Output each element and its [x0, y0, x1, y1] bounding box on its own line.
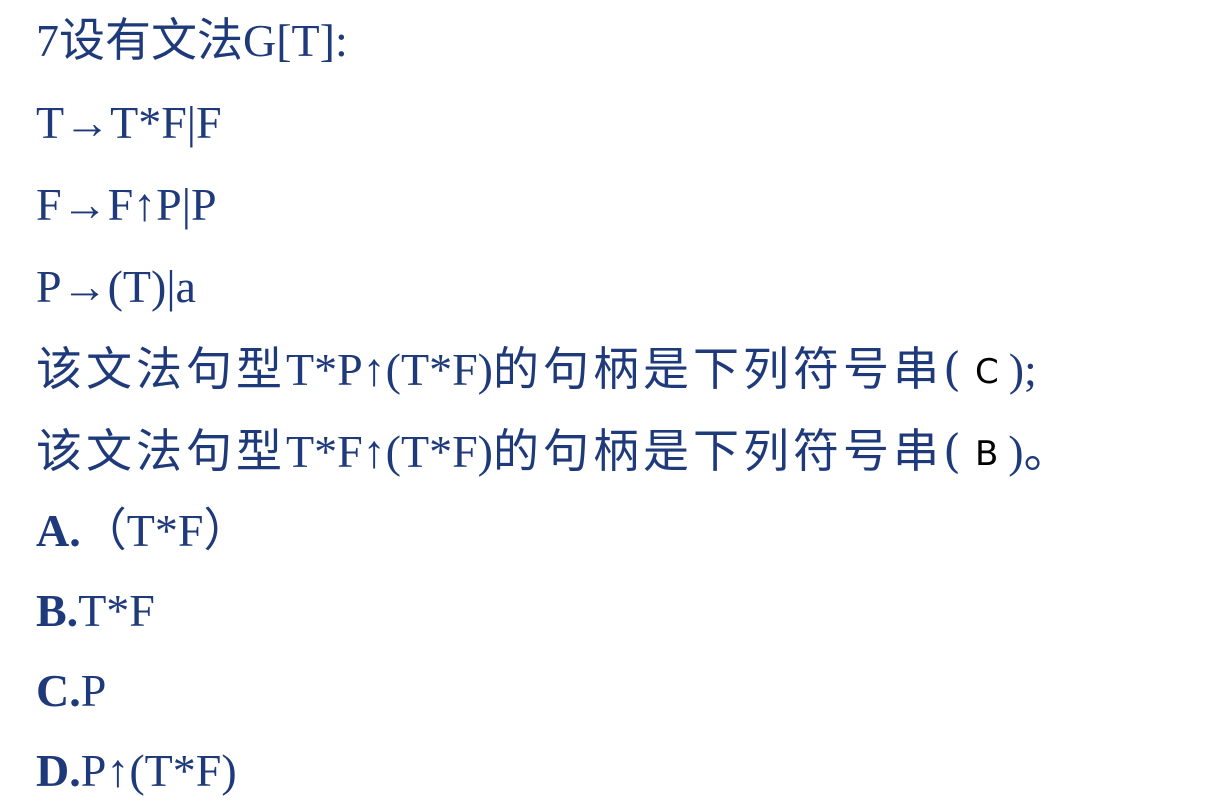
sentential-form: T*F↑(T*F)	[286, 426, 493, 477]
option-d: D.P↑(T*F)	[36, 744, 237, 798]
slide: 7设有文法G[T]: T→T*F|F F→F↑P|P P→(T)|a 该文法句型…	[0, 0, 1224, 810]
answer-1: C	[974, 352, 999, 392]
question-close: );	[1008, 344, 1037, 395]
question-suffix: 的句柄是下列符号串(	[493, 342, 965, 396]
option-text: T*F	[78, 585, 155, 636]
question-suffix: 的句柄是下列符号串(	[493, 424, 965, 478]
option-text: （T*F）	[80, 505, 250, 556]
option-letter: C.	[36, 665, 81, 716]
option-letter: D.	[36, 745, 81, 796]
production-text: T→T*F|F	[36, 97, 222, 148]
production-3: P→(T)|a	[36, 260, 196, 314]
production-2: F→F↑P|P	[36, 178, 217, 232]
question-title: 7设有文法G[T]:	[36, 14, 348, 68]
question-prefix: 该文法句型	[36, 342, 286, 396]
option-b: B.T*F	[36, 584, 155, 638]
sentential-form: T*P↑(T*F)	[286, 344, 493, 395]
option-text: P	[80, 665, 107, 716]
title-text: 7设有文法G[T]:	[36, 15, 348, 66]
question-1: 该文法句型T*P↑(T*F)的句柄是下列符号串(C);	[36, 342, 1037, 399]
answer-2: B	[974, 434, 999, 474]
option-a: A.（T*F）	[36, 504, 249, 558]
option-text: P↑(T*F)	[80, 745, 237, 796]
option-letter: A.	[36, 505, 81, 556]
question-2: 该文法句型T*F↑(T*F)的句柄是下列符号串(B)。	[36, 424, 1070, 481]
question-prefix: 该文法句型	[36, 424, 286, 478]
production-text: F→F↑P|P	[36, 179, 217, 230]
question-close: )。	[1008, 426, 1070, 477]
option-letter: B.	[36, 585, 79, 636]
option-c: C.P	[36, 664, 106, 718]
production-text: P→(T)|a	[36, 261, 196, 312]
production-1: T→T*F|F	[36, 96, 222, 150]
